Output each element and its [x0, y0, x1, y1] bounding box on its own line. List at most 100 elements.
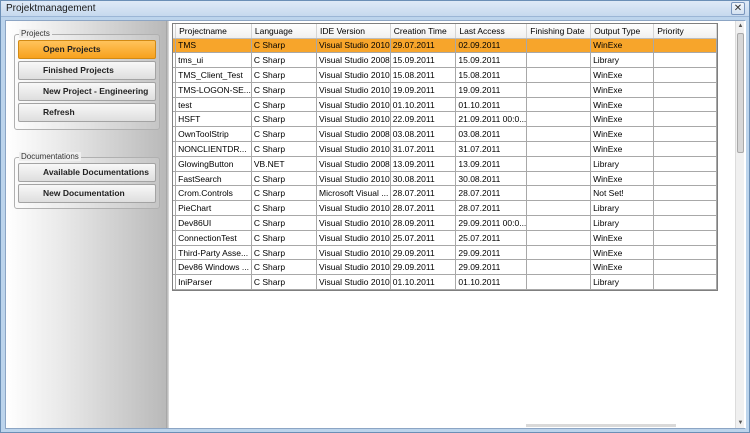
horizontal-scroll-track[interactable] [526, 424, 676, 427]
table-cell[interactable]: C Sharp [251, 111, 318, 128]
table-cell[interactable]: 30.08.2011 [390, 171, 457, 187]
table-cell[interactable]: C Sharp [251, 141, 318, 157]
table-cell[interactable]: 29.09.2011 [390, 245, 457, 261]
table-cell[interactable]: WinExe [590, 141, 655, 157]
table-row[interactable]: Dev86UI C Sharp Visual Studio 2010 28.09.20… [173, 215, 717, 231]
close-button[interactable]: ✕ [731, 2, 745, 15]
table-cell[interactable]: IniParser [175, 274, 252, 290]
column-header-language[interactable]: Language [251, 24, 318, 39]
table-cell[interactable]: WinExe [590, 38, 655, 54]
table-cell[interactable] [526, 111, 592, 128]
table-cell[interactable]: Crom.Controls [175, 185, 252, 202]
table-cell[interactable]: 25.07.2011 [455, 230, 528, 246]
table-cell[interactable]: Visual Studio 2010 [316, 171, 391, 187]
table-cell[interactable]: 13.09.2011 [390, 156, 457, 172]
table-cell[interactable]: Library [590, 52, 655, 69]
table-cell[interactable]: Visual Studio 2010 [316, 230, 391, 246]
scroll-up-arrow-icon[interactable]: ▲ [736, 21, 745, 31]
table-cell[interactable]: C Sharp [251, 185, 318, 202]
table-row[interactable]: NONCLIENTDR... C Sharp Visual Studio 2010 3… [173, 141, 717, 157]
column-header-projectname[interactable]: Projectname [175, 24, 252, 39]
table-cell[interactable]: Visual Studio 2008 [316, 52, 391, 69]
table-cell[interactable]: C Sharp [251, 97, 318, 113]
table-cell[interactable]: Visual Studio 2010 [316, 67, 391, 83]
table-row[interactable]: HSFT C Sharp Visual Studio 2010 22.09.2011 2… [173, 111, 717, 128]
table-cell[interactable] [526, 52, 592, 69]
table-cell[interactable]: Visual Studio 2010 [316, 38, 391, 54]
column-header-priority[interactable]: Priority [653, 24, 717, 39]
table-cell[interactable]: C Sharp [251, 126, 318, 143]
table-cell[interactable]: Visual Studio 2010 [316, 215, 391, 231]
table-cell[interactable]: Visual Studio 2010 [316, 82, 391, 98]
table-cell[interactable] [526, 67, 592, 83]
table-cell[interactable]: ConnectionTest [175, 230, 252, 246]
table-cell[interactable]: Dev86 Windows ... [175, 259, 252, 276]
table-cell[interactable]: 29.09.2011 [455, 245, 528, 261]
table-cell[interactable]: 01.10.2011 [455, 274, 528, 290]
table-cell[interactable] [653, 230, 717, 246]
table-cell[interactable]: WinExe [590, 67, 655, 83]
table-cell[interactable]: Library [590, 156, 655, 172]
table-cell[interactable]: 13.09.2011 [455, 156, 528, 172]
table-cell[interactable]: 28.07.2011 [455, 185, 528, 202]
table-cell[interactable]: Third-Party Asse... [175, 245, 252, 261]
scroll-thumb[interactable] [737, 33, 744, 153]
table-cell[interactable]: GlowingButton [175, 156, 252, 172]
column-header-last-access[interactable]: Last Access [455, 24, 528, 39]
table-cell[interactable] [653, 67, 717, 83]
table-cell[interactable]: FastSearch [175, 171, 252, 187]
table-row[interactable]: Third-Party Asse... C Sharp Visual Studio … [173, 245, 717, 261]
table-cell[interactable] [526, 215, 592, 231]
table-cell[interactable]: C Sharp [251, 171, 318, 187]
table-cell[interactable] [653, 215, 717, 231]
table-row[interactable]: Dev86 Windows ... C Sharp Visual Studio 20… [173, 259, 717, 276]
table-cell[interactable]: C Sharp [251, 274, 318, 290]
table-cell[interactable]: C Sharp [251, 230, 318, 246]
table-cell[interactable] [653, 82, 717, 98]
table-cell[interactable] [653, 126, 717, 143]
table-row[interactable]: tms_ui C Sharp Visual Studio 2008 15.09.201… [173, 52, 717, 69]
table-cell[interactable]: C Sharp [251, 38, 318, 54]
table-cell[interactable] [653, 200, 717, 217]
vertical-scrollbar[interactable]: ▲ ▼ [735, 21, 744, 428]
table-cell[interactable]: WinExe [590, 230, 655, 246]
table-cell[interactable]: 19.09.2011 [455, 82, 528, 98]
table-row[interactable]: FastSearch C Sharp Visual Studio 2010 30.08… [173, 171, 717, 187]
table-cell[interactable]: C Sharp [251, 52, 318, 69]
table-cell[interactable]: Visual Studio 2008 [316, 126, 391, 143]
table-row[interactable]: IniParser C Sharp Visual Studio 2010 01.10.… [173, 274, 717, 290]
table-cell[interactable]: 03.08.2011 [455, 126, 528, 143]
table-cell[interactable]: C Sharp [251, 215, 318, 231]
table-cell[interactable]: 15.09.2011 [455, 52, 528, 69]
table-cell[interactable]: C Sharp [251, 259, 318, 276]
table-cell[interactable]: HSFT [175, 111, 252, 128]
table-cell[interactable] [526, 82, 592, 98]
table-cell[interactable] [526, 97, 592, 113]
table-cell[interactable]: WinExe [590, 171, 655, 187]
table-cell[interactable]: C Sharp [251, 200, 318, 217]
table-cell[interactable]: TMS [175, 38, 252, 54]
table-cell[interactable] [653, 185, 717, 202]
table-cell[interactable]: 01.10.2011 [390, 274, 457, 290]
finished-projects-button[interactable]: Finished Projects [18, 61, 156, 80]
table-cell[interactable]: C Sharp [251, 82, 318, 98]
table-cell[interactable] [653, 259, 717, 276]
table-row[interactable]: TMS C Sharp Visual Studio 2010 29.07.2011 02… [173, 38, 717, 54]
table-cell[interactable]: PieChart [175, 200, 252, 217]
table-cell[interactable]: 28.09.2011 [390, 215, 457, 231]
table-row[interactable]: TMS_Client_Test C Sharp Visual Studio 2010… [173, 67, 717, 83]
table-cell[interactable]: OwnToolStrip [175, 126, 252, 143]
table-row[interactable]: TMS-LOGON-SE... C Sharp Visual Studio 2010… [173, 82, 717, 98]
table-cell[interactable]: Microsoft Visual ... [316, 185, 391, 202]
table-row[interactable]: PieChart C Sharp Visual Studio 2010 28.07.2… [173, 200, 717, 217]
table-cell[interactable] [653, 245, 717, 261]
table-cell[interactable]: 03.08.2011 [390, 126, 457, 143]
table-cell[interactable] [526, 274, 592, 290]
column-header-ide-version[interactable]: IDE Version [316, 24, 391, 39]
column-header-finishing-date[interactable]: Finishing Date [526, 24, 592, 39]
table-row[interactable]: OwnToolStrip C Sharp Visual Studio 2008 03.… [173, 126, 717, 143]
table-cell[interactable] [653, 38, 717, 54]
new-documentation-button[interactable]: New Documentation [18, 184, 156, 203]
table-cell[interactable]: 31.07.2011 [455, 141, 528, 157]
refresh-button[interactable]: Refresh [18, 103, 156, 122]
